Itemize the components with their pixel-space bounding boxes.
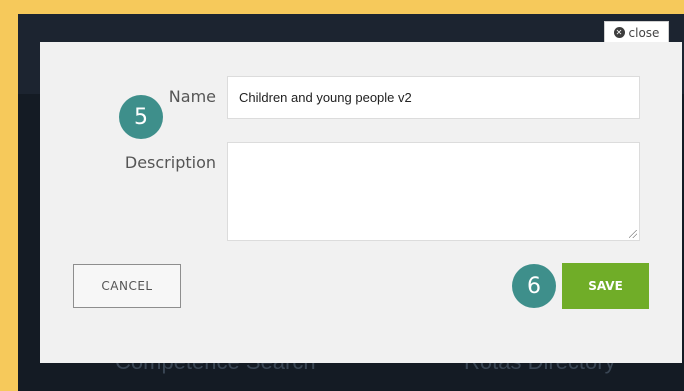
edit-dialog: Name Children and young people v2 Descri… bbox=[40, 42, 682, 363]
close-button[interactable]: ✕ close bbox=[604, 21, 669, 43]
name-label: Name bbox=[168, 87, 216, 106]
cancel-button[interactable]: CANCEL bbox=[73, 264, 181, 308]
resize-handle-icon[interactable] bbox=[629, 230, 637, 238]
close-circle-icon: ✕ bbox=[613, 27, 625, 38]
save-button[interactable]: SAVE bbox=[562, 263, 649, 309]
close-label: close bbox=[628, 25, 660, 40]
name-input[interactable]: Children and young people v2 bbox=[227, 76, 640, 119]
step-badge-name: 5 bbox=[119, 95, 163, 139]
description-textarea[interactable] bbox=[227, 142, 640, 241]
description-label: Description bbox=[124, 153, 216, 172]
step-badge-save: 6 bbox=[512, 264, 556, 308]
